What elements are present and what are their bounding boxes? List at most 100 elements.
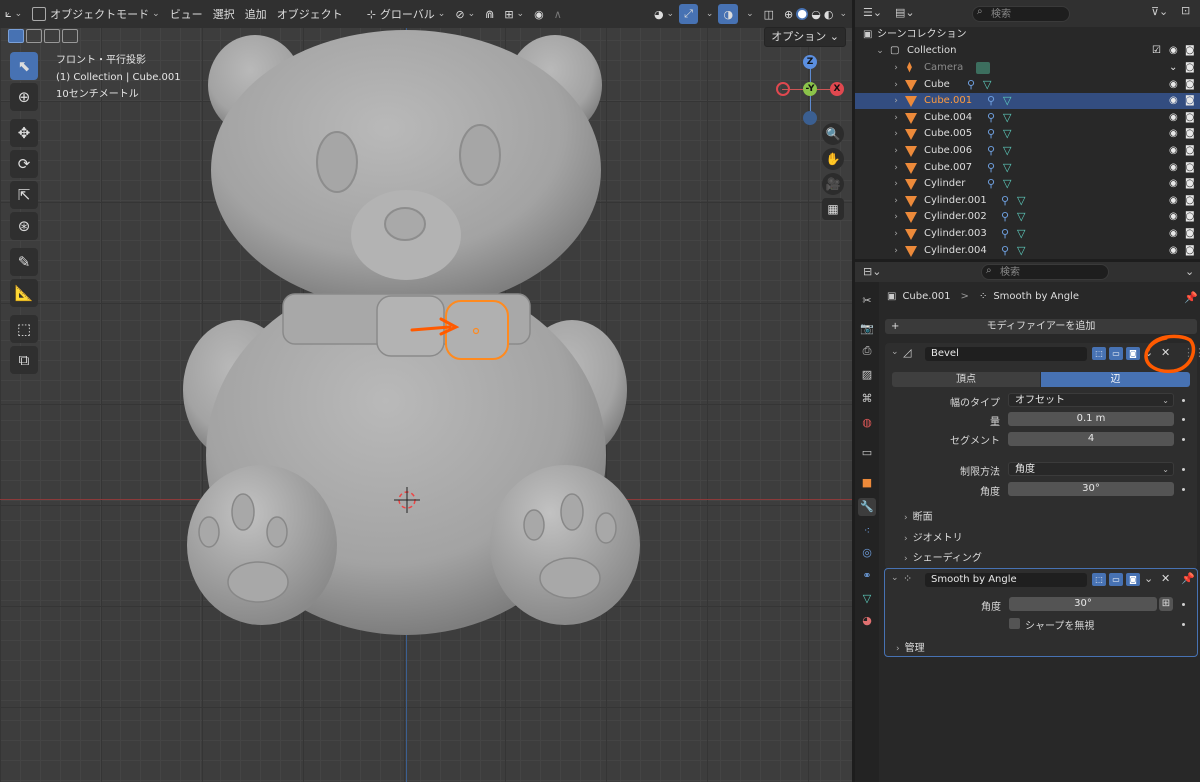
world-tab[interactable]: ◍ [858,414,876,432]
camera-render-icon[interactable]: ◙ [1185,43,1195,59]
eye-icon[interactable]: ◉ [1169,160,1178,176]
proportional-edit-button[interactable]: ◉ [529,4,549,24]
visibility-button[interactable]: ◕ ⌄ [649,4,679,24]
output-tab[interactable]: ⎙ [858,342,876,360]
outliner-object-row[interactable]: › Cube.001 ⚲ ▽ ◉ ◙ [855,93,1200,110]
chevron-right-icon[interactable]: › [891,126,901,142]
eye-icon[interactable]: ◉ [1169,226,1178,242]
smooth-angle-field[interactable]: 30° [1009,597,1157,611]
gizmo-toggle[interactable]: ⤢ [679,4,698,24]
solid-shading-icon[interactable]: ● [796,8,809,20]
chevron-right-icon[interactable]: › [891,226,901,242]
outliner-scene-collection[interactable]: ▣ シーンコレクション [855,27,1200,43]
physics-tab[interactable]: ◎ [858,544,876,562]
select-intersect-icon[interactable] [62,29,78,43]
xray-toggle[interactable]: ◫ [759,4,779,24]
subpanel-geometry[interactable]: › ジオメトリ [904,529,963,544]
editmode-toggle-icon[interactable]: ⬚ [1092,573,1106,586]
select-new-icon[interactable] [8,29,24,43]
tab-vertex[interactable]: 頂点 [892,372,1040,387]
chevron-right-icon[interactable]: › [891,60,901,76]
select-subtract-icon[interactable] [44,29,60,43]
constraints-tab[interactable]: ⚭ [858,567,876,585]
cursor-tool[interactable]: ⊕ [10,83,38,111]
modifier-tab[interactable]: 🔧 [858,498,876,516]
chevron-right-icon[interactable]: › [891,110,901,126]
render-toggle-icon[interactable]: ◙ [1126,573,1140,586]
camera-render-icon[interactable]: ◙ [1185,110,1195,126]
camera-render-icon[interactable]: ◙ [1185,143,1195,159]
outliner-object-row[interactable]: › Cube.005 ⚲ ▽ ◉ ◙ [855,126,1200,142]
annotate-tool[interactable]: ✎ [10,248,38,276]
checkbox-icon[interactable]: ☑ [1152,43,1161,59]
editmode-toggle-icon[interactable]: ⬚ [1092,347,1106,360]
eye-icon[interactable]: ◉ [1169,110,1178,126]
eye-icon[interactable]: ◉ [1169,209,1178,225]
camera-render-icon[interactable]: ◙ [1185,209,1195,225]
rendered-shading-icon[interactable]: ◐ [824,8,834,21]
filter-icon[interactable]: ⊽⌄ [1151,5,1168,18]
material-tab[interactable]: ◕ [858,612,876,630]
wireframe-icon[interactable]: ⊕ [784,8,793,21]
menu-select[interactable]: 選択 [208,4,240,24]
projection-toggle[interactable]: ▦ [822,198,844,220]
navigation-gizmo[interactable]: Z X -Y [776,52,846,128]
width-type-select[interactable]: オフセット ⌄ [1008,393,1174,407]
outliner-search-input[interactable]: 検索 [972,6,1070,22]
display-mode-icon[interactable]: ▤⌄ [895,6,915,19]
menu-object[interactable]: オブジェクト [272,4,348,24]
render-tab[interactable]: 📷 [858,320,876,338]
properties-search-input[interactable]: 検索 [981,264,1109,280]
camera-render-icon[interactable]: ◙ [1185,243,1195,259]
outliner-object-row[interactable]: › Cylinder.002 ⚲ ▽ ◉ ◙ [855,209,1200,225]
scale-tool[interactable]: ⇱ [10,181,38,209]
chevron-down-icon[interactable]: ⌄ [891,573,899,583]
menu-add[interactable]: 追加 [240,4,272,24]
keyframe-dot[interactable] [1182,488,1185,491]
pin-icon[interactable]: 📌 [1184,291,1198,304]
eye-icon[interactable]: ◉ [1169,93,1178,109]
keyframe-dot[interactable] [1182,399,1185,402]
subpanel-manage[interactable]: › 管理 [896,639,925,654]
outliner-object-row[interactable]: › Cube ⚲ ▽ ◉ ◙ [855,77,1200,93]
outliner-object-row[interactable]: › Cube.006 ⚲ ▽ ◉ ◙ [855,143,1200,159]
outliner-editor-icon[interactable]: ☰⌄ [863,6,882,19]
snap-target-button[interactable]: ⊞ ⌄ [499,4,529,24]
close-icon[interactable]: ✕ [1161,572,1170,585]
gizmo-z-pos[interactable]: Z [803,55,817,69]
camera-render-icon[interactable]: ◙ [1185,226,1195,242]
move-tool[interactable]: ✥ [10,119,38,147]
limit-method-select[interactable]: 角度 ⌄ [1008,462,1174,476]
editor-type-button[interactable]: ⟀ ⌄ [0,4,27,24]
outliner-object-row[interactable]: › Cube.007 ⚲ ▽ ◉ ◙ [855,160,1200,176]
eye-icon[interactable]: ◉ [1169,43,1178,59]
chevron-down-icon[interactable]: ⌄ [1169,60,1177,76]
bevel-name-field[interactable]: Bevel [925,347,1087,361]
rotate-tool[interactable]: ⟳ [10,150,38,178]
viewport-toggle-icon[interactable]: ▭ [1109,347,1123,360]
material-shading-icon[interactable]: ◒ [811,8,821,21]
selected-cube-object[interactable] [445,300,509,360]
overlay-options[interactable]: ⌄ [738,4,759,24]
gizmo-z-neg[interactable] [803,111,817,125]
object-tab[interactable]: ■ [858,474,876,492]
keyframe-dot[interactable] [1182,603,1185,606]
particles-tab[interactable]: ⁖ [858,522,876,540]
select-box-tool[interactable]: ⬉ [10,52,38,80]
view-layer-tab[interactable]: ▨ [858,366,876,384]
keyframe-dot[interactable] [1182,418,1185,421]
chevron-right-icon[interactable]: › [891,93,901,109]
outliner-object-row[interactable]: › Cylinder ⚲ ▽ ◉ ◙ [855,176,1200,192]
falloff-button[interactable]: ∧ [549,4,567,24]
keyframe-dot[interactable] [1182,623,1185,626]
camera-render-icon[interactable]: ◙ [1185,93,1195,109]
scene-tab[interactable]: ⌘ [858,390,876,408]
properties-editor-icon[interactable]: ⊟⌄ [863,265,881,278]
shading-modes[interactable]: ⊕ ● ◒ ◐ ⌄ [779,4,852,24]
chevron-right-icon[interactable]: › [891,243,901,259]
select-extend-icon[interactable] [26,29,42,43]
viewport-toggle-icon[interactable]: ▭ [1109,573,1123,586]
camera-render-icon[interactable]: ◙ [1185,126,1195,142]
outliner-object-row[interactable]: › Cylinder.003 ⚲ ▽ ◉ ◙ [855,226,1200,242]
smooth-name-field[interactable]: Smooth by Angle [925,573,1087,587]
